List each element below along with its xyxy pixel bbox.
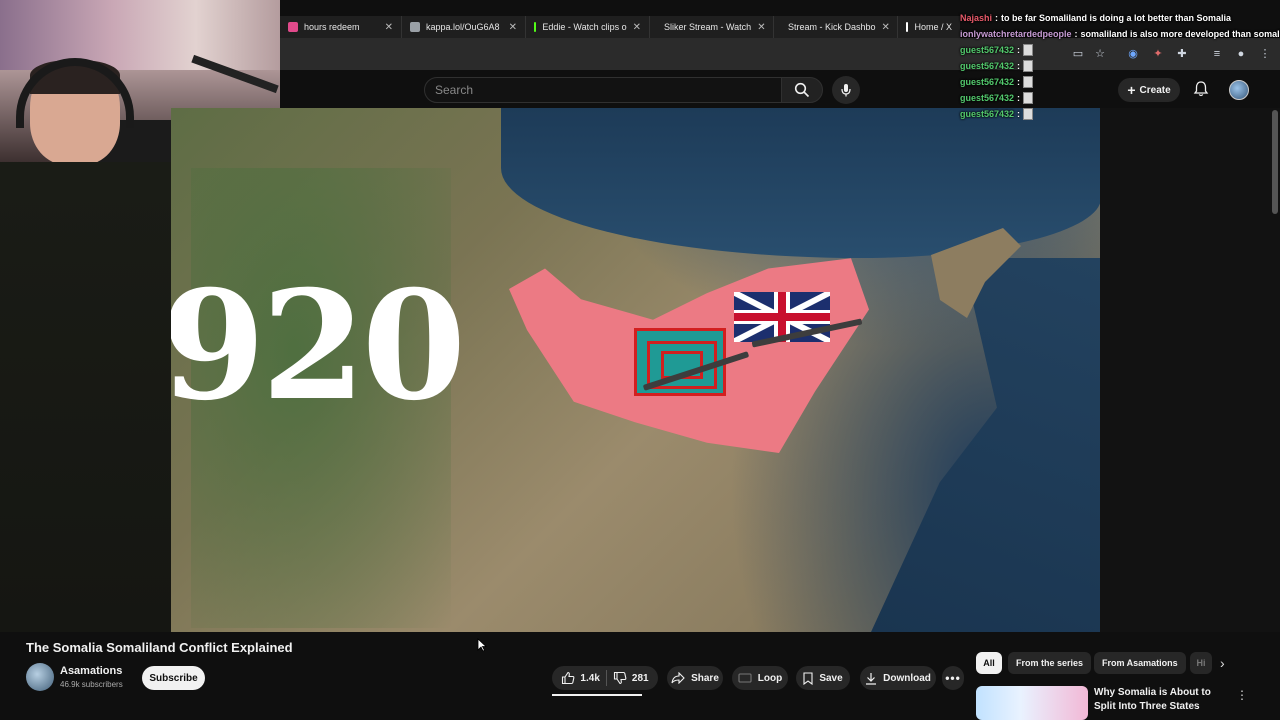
browser-tab[interactable]: Stream - Kick Dashbo ✕ bbox=[774, 16, 898, 38]
chat-text: somaliland is also more developed than s… bbox=[1080, 29, 1280, 39]
browser-tab-bar: hours redeem ✕ kappa.lol/OuG6A8 ✕ Eddie … bbox=[280, 16, 960, 38]
mouse-cursor-icon bbox=[477, 638, 487, 652]
chat-message: ionlywatchretardedpeople: somaliland is … bbox=[960, 26, 1280, 42]
like-dislike-group: 1.4k 281 bbox=[552, 666, 658, 690]
save-button[interactable]: Save bbox=[796, 666, 850, 690]
browser-tab[interactable]: Eddie - Watch clips o ✕ bbox=[526, 16, 650, 38]
loop-icon bbox=[738, 673, 752, 683]
subscribe-button[interactable]: Subscribe bbox=[142, 666, 205, 690]
loop-label: Loop bbox=[757, 672, 783, 684]
dislike-count: 281 bbox=[631, 672, 649, 684]
bookmark-icon bbox=[803, 671, 813, 685]
search-button[interactable] bbox=[781, 77, 823, 103]
left-background bbox=[0, 162, 171, 632]
chat-username: guest567432 bbox=[960, 61, 1015, 71]
chip-all[interactable]: All bbox=[976, 652, 1002, 674]
chevron-right-icon[interactable]: › bbox=[1220, 655, 1225, 671]
chat-username: guest567432 bbox=[960, 77, 1015, 87]
microphone-icon bbox=[841, 84, 851, 97]
tab-label: Sliker Stream - Watch bbox=[664, 22, 752, 32]
tab-label: Home / X bbox=[914, 22, 952, 32]
tab-label: Stream - Kick Dashbo bbox=[788, 22, 876, 32]
more-actions-button[interactable]: ••• bbox=[942, 666, 964, 690]
chat-username: Najashi bbox=[960, 13, 993, 23]
chat-message: guest567432: bbox=[960, 106, 1280, 122]
chat-emote-icon bbox=[1023, 44, 1034, 56]
subscriber-count: 46.9k subscribers bbox=[60, 680, 123, 689]
chat-username: guest567432 bbox=[960, 109, 1015, 119]
page-scrollbar[interactable] bbox=[1272, 110, 1278, 214]
channel-avatar[interactable] bbox=[26, 663, 54, 691]
more-horizontal-icon: ••• bbox=[945, 671, 961, 685]
save-label: Save bbox=[819, 672, 843, 684]
kick-favicon-icon bbox=[534, 22, 537, 32]
browser-tab[interactable]: kappa.lol/OuG6A8 ✕ bbox=[402, 16, 526, 38]
like-ratio-bar bbox=[552, 694, 642, 696]
stream-chat-overlay: Najashi: to be far Somaliland is doing a… bbox=[960, 10, 1280, 122]
chat-text: to be far Somaliland is doing a lot bett… bbox=[1001, 13, 1232, 23]
chat-message: guest567432: bbox=[960, 90, 1280, 106]
loop-button[interactable]: Loop bbox=[732, 666, 788, 690]
chip-from-channel[interactable]: From Asamations bbox=[1094, 652, 1186, 674]
video-player[interactable]: 920 bbox=[171, 108, 1100, 632]
tab-close-icon[interactable]: ✕ bbox=[633, 22, 641, 33]
chip-from-the-series[interactable]: From the series bbox=[1008, 652, 1092, 674]
share-label: Share bbox=[691, 672, 719, 684]
tab-favicon-icon bbox=[410, 22, 420, 32]
tab-label: Eddie - Watch clips o bbox=[542, 22, 627, 32]
x-favicon-icon bbox=[906, 22, 909, 32]
video-title: The Somalia Somaliland Conflict Explaine… bbox=[26, 640, 293, 655]
dislike-button[interactable]: 281 bbox=[613, 671, 649, 685]
search-input[interactable]: Search bbox=[424, 77, 782, 103]
year-overlay-text: 920 bbox=[171, 258, 466, 434]
thumbs-down-icon bbox=[613, 671, 627, 685]
chip-partial[interactable]: Hi bbox=[1190, 652, 1212, 674]
chat-username: guest567432 bbox=[960, 93, 1015, 103]
tab-close-icon[interactable]: ✕ bbox=[385, 22, 393, 33]
download-button[interactable]: Download bbox=[860, 666, 936, 690]
download-label: Download bbox=[883, 672, 931, 684]
thumbs-up-icon bbox=[562, 671, 575, 685]
chat-message: guest567432: bbox=[960, 42, 1280, 58]
chat-message: guest567432: bbox=[960, 58, 1280, 74]
channel-name[interactable]: Asamations bbox=[60, 665, 122, 677]
share-arrow-icon bbox=[671, 672, 685, 684]
chat-emote-icon bbox=[1023, 92, 1034, 104]
chat-username: guest567432 bbox=[960, 45, 1015, 55]
search-icon bbox=[794, 82, 810, 98]
like-count: 1.4k bbox=[580, 672, 600, 684]
chat-emote-icon bbox=[1023, 108, 1034, 120]
recommendation-title[interactable]: Why Somalia is About to Split Into Three… bbox=[1094, 686, 1234, 714]
map-indian-ocean bbox=[871, 258, 1100, 632]
right-background bbox=[1100, 108, 1280, 632]
tab-close-icon[interactable]: ✕ bbox=[509, 22, 517, 33]
share-button[interactable]: Share bbox=[667, 666, 723, 690]
chat-emote-icon bbox=[1023, 60, 1034, 72]
chat-message: Najashi: to be far Somaliland is doing a… bbox=[960, 13, 1232, 23]
webcam-shelf bbox=[0, 0, 280, 70]
voice-search-button[interactable] bbox=[832, 76, 860, 104]
tab-close-icon[interactable]: ✕ bbox=[882, 22, 890, 33]
tab-favicon-icon bbox=[288, 22, 298, 32]
tab-close-icon[interactable]: ✕ bbox=[757, 22, 765, 33]
tab-label: hours redeem bbox=[304, 22, 360, 32]
tab-label: kappa.lol/OuG6A8 bbox=[426, 22, 500, 32]
browser-tab[interactable]: hours redeem ✕ bbox=[280, 16, 402, 38]
chat-username: ionlywatchretardedpeople bbox=[960, 29, 1072, 39]
browser-tab[interactable]: Sliker Stream - Watch ✕ bbox=[650, 16, 774, 38]
like-button[interactable]: 1.4k bbox=[561, 671, 600, 685]
chat-message: guest567432: bbox=[960, 74, 1280, 90]
like-divider bbox=[605, 670, 607, 686]
download-icon bbox=[866, 672, 877, 685]
browser-tab[interactable]: Home / X bbox=[898, 16, 960, 38]
recommendation-thumbnail[interactable] bbox=[976, 686, 1088, 720]
more-vertical-icon[interactable]: ⋮ bbox=[1236, 688, 1248, 702]
chat-emote-icon bbox=[1023, 76, 1034, 88]
